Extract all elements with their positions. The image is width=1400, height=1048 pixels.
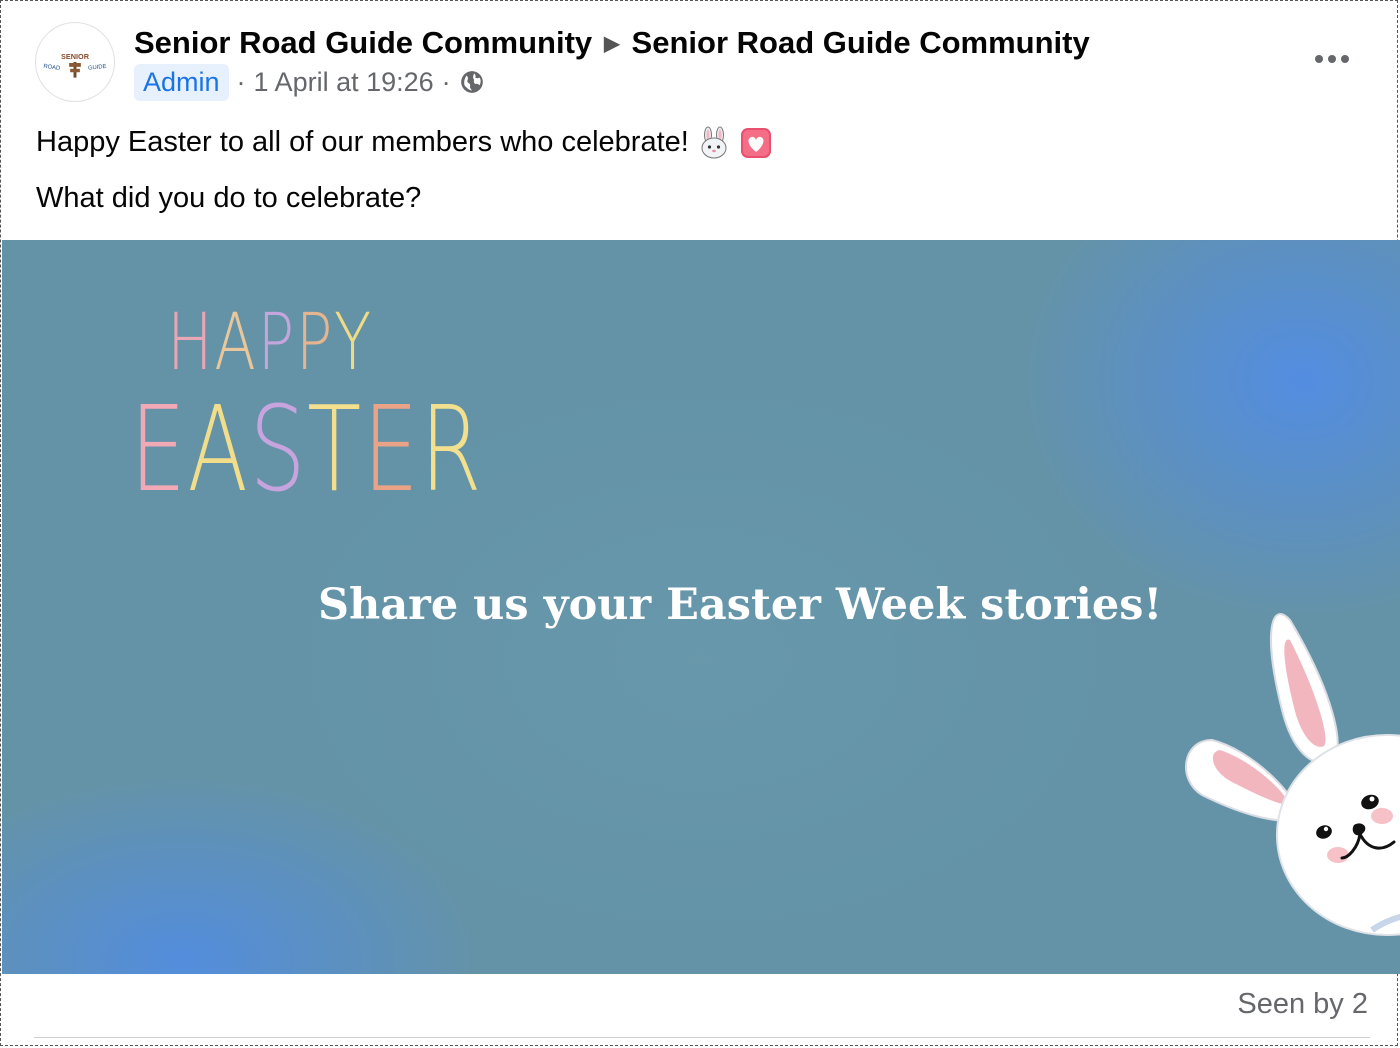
divider	[34, 1037, 1370, 1038]
post-line-2: What did you do to celebrate?	[36, 182, 422, 214]
post-line-1-text: Happy Easter to all of our members who c…	[36, 126, 689, 158]
easter-letter: E	[130, 380, 188, 518]
image-tagline: Share us your Easter Week stories!	[318, 580, 1163, 630]
easter-heading: EASTER	[130, 380, 483, 518]
post-footer: Seen by 2	[0, 974, 1400, 1048]
post-title: Senior Road Guide Community ▶ Senior Roa…	[134, 24, 1090, 62]
happy-letter: P	[257, 298, 296, 388]
senior-road-guide-logo: SENIOR ROAD GUIDE	[43, 52, 107, 78]
post-image[interactable]: HAPPY EASTER Share us your Easter Week s…	[2, 240, 1400, 974]
meta-separator: ·	[236, 66, 246, 97]
meta-separator: ·	[441, 66, 451, 97]
logo-text-road: ROAD	[43, 64, 61, 72]
logo-text-senior: SENIOR	[61, 52, 90, 61]
post-body: Happy Easter to all of our members who c…	[36, 118, 1356, 230]
group-name-link[interactable]: Senior Road Guide Community	[134, 25, 592, 61]
easter-bunny-illustration	[1185, 613, 1400, 936]
easter-letter: S	[249, 380, 308, 518]
rabbit-face-emoji	[701, 126, 727, 159]
happy-letter: H	[167, 298, 215, 388]
globe-icon[interactable]	[459, 69, 485, 95]
dot	[1315, 55, 1323, 63]
logo-text-guide: GUIDE	[88, 64, 107, 72]
happy-heading: HAPPY	[167, 298, 373, 388]
post-header: SENIOR ROAD GUIDE Senior Road Guide Comm…	[0, 0, 1400, 110]
post-timestamp[interactable]: 1 April at 19:26	[254, 67, 434, 98]
dot	[1341, 55, 1349, 63]
happy-letter: P	[295, 298, 335, 388]
post-line-1: Happy Easter to all of our members who c…	[36, 118, 1356, 166]
happy-letter: A	[214, 298, 258, 388]
easter-letter: E	[362, 380, 421, 518]
post-meta: Admin · 1 April at 19:26 ·	[134, 62, 485, 102]
admin-badge[interactable]: Admin	[134, 63, 229, 101]
easter-letter: A	[187, 380, 250, 518]
easter-letter: T	[307, 380, 363, 518]
happy-letter: Y	[334, 298, 373, 388]
easter-letter: R	[420, 380, 484, 518]
heart-decoration-emoji	[740, 128, 771, 159]
dot	[1328, 55, 1336, 63]
group-avatar[interactable]: SENIOR ROAD GUIDE	[35, 22, 115, 102]
target-group-link[interactable]: Senior Road Guide Community	[632, 25, 1090, 61]
seen-by-count[interactable]: Seen by 2	[1237, 988, 1368, 1021]
more-options-button[interactable]	[1308, 44, 1356, 74]
caret-right-icon: ▶	[604, 32, 620, 55]
